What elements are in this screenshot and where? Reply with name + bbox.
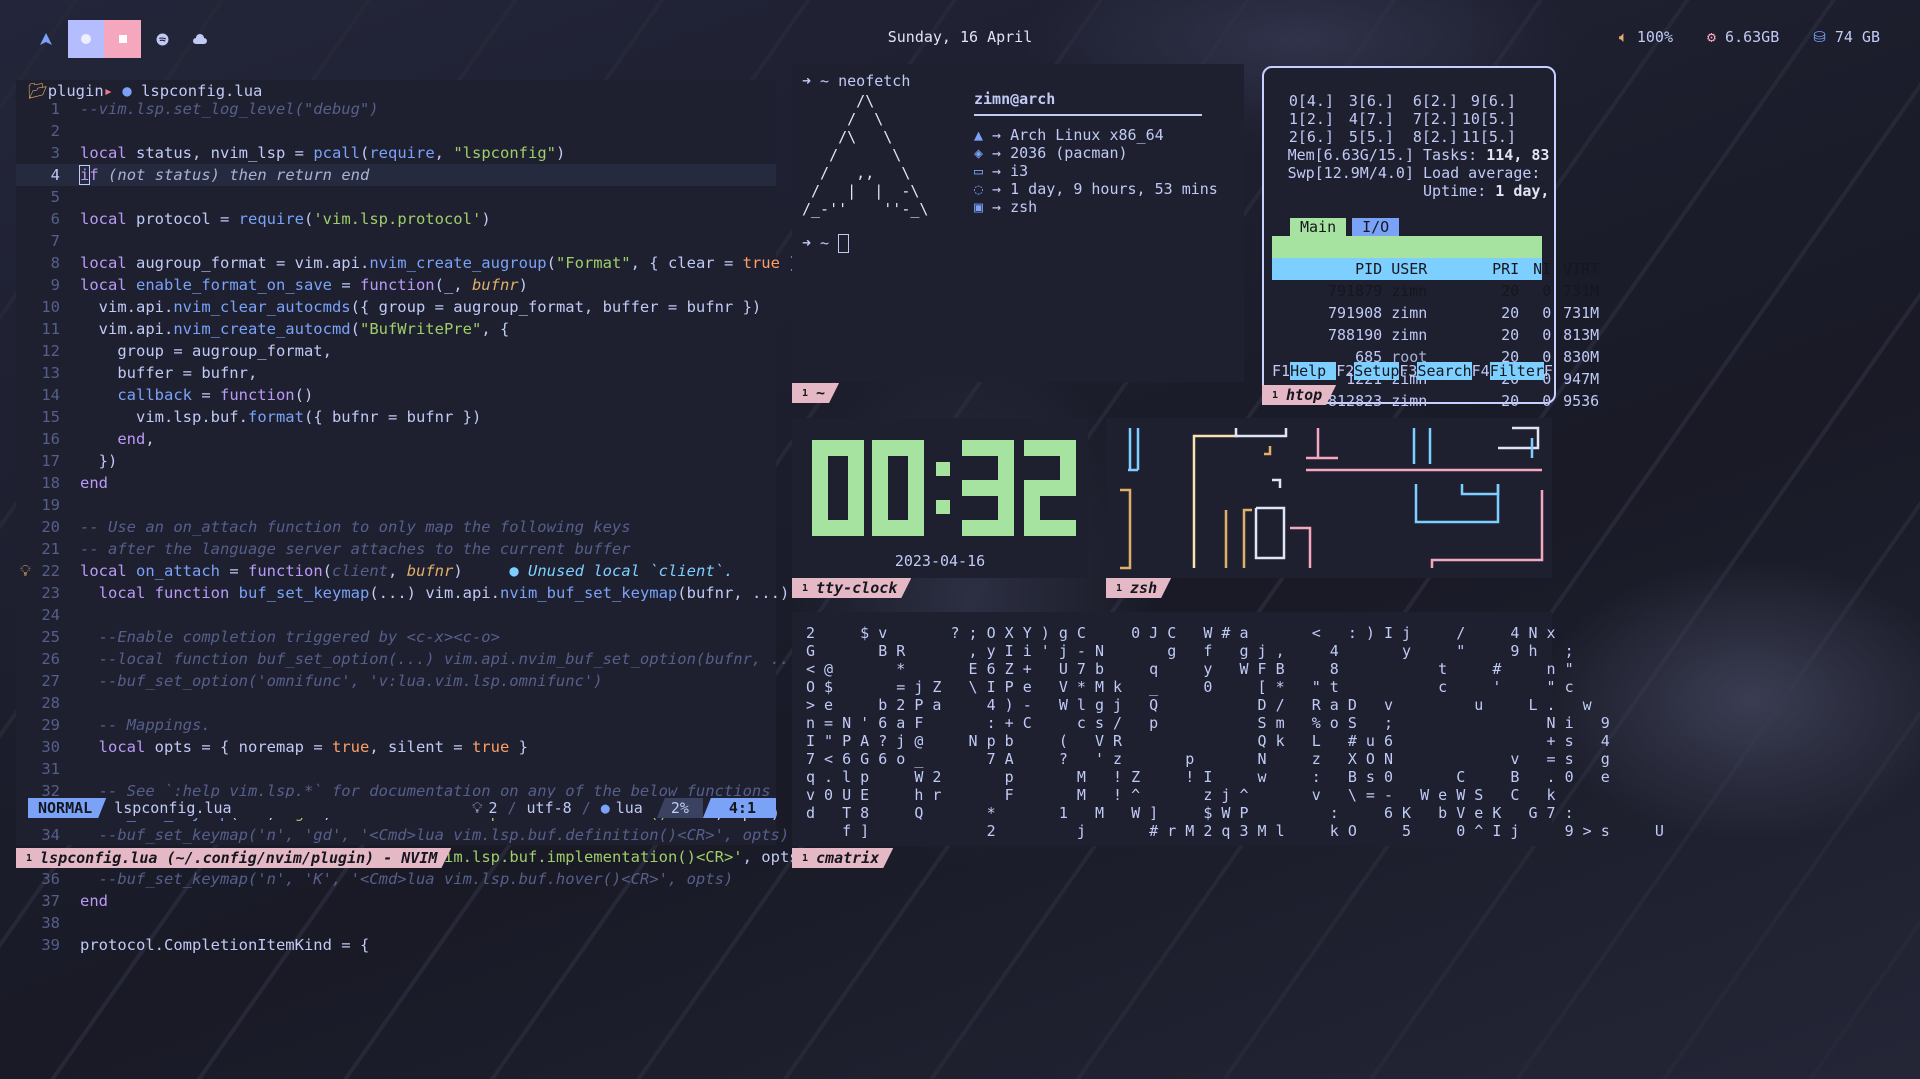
- htop-window[interactable]: 0[4.] 3[6.] 6[2.] 9[6.] 1[2.] 4[7.] 7[2.] 10[5…: [1262, 66, 1599, 410]
- cmatrix-rain: 2 $ v ? ; O X Y ) g C 0 J C W # a < : ) …: [806, 624, 1664, 840]
- cursor: [838, 234, 850, 253]
- status-filetype: lua: [615, 799, 643, 817]
- neofetch-wm: i3: [1010, 162, 1029, 180]
- neofetch-tag-label: ~: [816, 384, 826, 402]
- mem-meter: Mem[6.63G/15.]: [1287, 146, 1414, 164]
- table-header: PID USER PRI NI VIRT: [1272, 236, 1599, 278]
- htop-tag-label: htop: [1286, 386, 1323, 404]
- volume-value: 100%: [1636, 28, 1673, 46]
- status-filename: lspconfig.lua: [114, 799, 232, 817]
- clock-icon: ◌: [974, 180, 984, 198]
- filter-button[interactable]: Filter: [1489, 362, 1544, 380]
- status-encoding: utf-8: [526, 799, 572, 817]
- zsh-tag-label: zsh: [1130, 579, 1158, 597]
- memory-value: 6.63GB: [1725, 28, 1780, 46]
- tty-clock-tag-label: tty-clock: [816, 579, 898, 597]
- neofetch-info: ▲ → Arch Linux x86_64 ◈ → 2036 (pacman) …: [974, 126, 1218, 216]
- neofetch-prompt: ➜ ~ neofetch: [802, 72, 911, 90]
- volume-widget[interactable]: 🔈︎ 100%: [1619, 28, 1673, 46]
- clock-full-date: 2023-04-16: [894, 552, 986, 570]
- pipes-terminal[interactable]: [1106, 418, 1552, 578]
- nvim-tag-label: lspconfig.lua (~/.config/nvim/plugin) - …: [40, 849, 438, 867]
- nvim-statusline: NORMAL lspconfig.lua 💡︎ 2 /utf-8 /● lua 2%…: [28, 798, 776, 818]
- nvim-window[interactable]: 📂︎plugin▸ ● lspconfig.lua 1 --vim.lsp.set…: [16, 80, 845, 954]
- neofetch-shell: zsh: [1010, 198, 1038, 216]
- cpu-meters: 0[4.] 3[6.] 6[2.] 9[6.] 1[2.] 4[7.] 7[2.] 10[5…: [1274, 92, 1550, 200]
- uptime-value: 1 day,: [1495, 182, 1550, 200]
- tab-main[interactable]: Main: [1290, 218, 1347, 236]
- tab-io[interactable]: I/O: [1352, 218, 1400, 236]
- neofetch-packages: 2036 (pacman): [1010, 144, 1128, 162]
- uptime-label: Uptime:: [1423, 182, 1487, 200]
- diagnostic-hint: ● Unused local `client`.: [509, 562, 734, 580]
- tasks-value: 114, 83: [1486, 146, 1550, 164]
- status-percent: 2%: [656, 798, 703, 818]
- neofetch-uptime: 1 day, 9 hours, 53 mins: [1010, 180, 1218, 198]
- cmatrix-tag[interactable]: 1 cmatrix: [792, 848, 893, 868]
- neofetch-terminal[interactable]: ➜ ~ neofetch /\ / \ /\ \ / \ / ,, \ / | …: [792, 64, 1244, 382]
- monitor-icon: ▭: [974, 162, 984, 180]
- cmatrix-tag-label: cmatrix: [816, 849, 880, 867]
- cmatrix-window[interactable]: 2 $ v ? ; O X Y ) g C 0 J C W # a < : ) …: [792, 612, 1664, 846]
- help-button[interactable]: Help: [1290, 362, 1337, 380]
- code-editor[interactable]: 1 --vim.lsp.set_log_level("debug") 2 3 loc…: [16, 98, 845, 956]
- arch-ascii-logo: /\ / \ /\ \ / \ / ,, \ / | | -\ /_-'' ''…: [802, 92, 929, 218]
- tty-clock-window[interactable]: 2023-04-16: [792, 418, 1088, 578]
- shell-prompt[interactable]: ➜ ~: [802, 234, 850, 253]
- htop-function-bar: F1 Help F2 Setup F3 Search F4 Filter F: [1272, 362, 1553, 380]
- arch-logo-icon: ▲: [974, 126, 984, 144]
- nvim-tag[interactable]: 1 lspconfig.lua (~/.config/nvim/plugin) -…: [16, 848, 451, 868]
- tty-clock-tag[interactable]: 1 tty-clock: [792, 578, 911, 598]
- zsh-tag[interactable]: 1 zsh: [1106, 578, 1171, 598]
- setup-button[interactable]: Setup: [1354, 362, 1400, 380]
- clock-digits: [812, 440, 1076, 536]
- disk-widget: ⛁ 74 GB: [1813, 28, 1880, 46]
- prompt-text: ➜ ~: [802, 234, 830, 252]
- status-position: 4:1: [702, 798, 776, 818]
- disk-value: 74 GB: [1834, 28, 1880, 46]
- search-button[interactable]: Search: [1417, 362, 1472, 380]
- mode-indicator: NORMAL: [28, 798, 106, 818]
- htop-tabs: Main I/O: [1290, 218, 1400, 236]
- package-icon: ◈: [974, 144, 984, 162]
- htop-tag[interactable]: 1 htop: [1262, 385, 1336, 405]
- neofetch-divider: [974, 114, 1202, 116]
- neofetch-user: zimn@arch: [974, 90, 1056, 108]
- terminal-icon: ▣: [974, 198, 984, 216]
- pipes-animation: [1120, 426, 1544, 570]
- status-hints: 2: [488, 799, 498, 817]
- load-label: Load average:: [1423, 164, 1541, 182]
- swp-meter: Swp[12.9M/4.0]: [1287, 164, 1414, 182]
- memory-widget: ⚙ 6.63GB: [1706, 28, 1780, 46]
- neofetch-os: Arch Linux x86_64: [1010, 126, 1164, 144]
